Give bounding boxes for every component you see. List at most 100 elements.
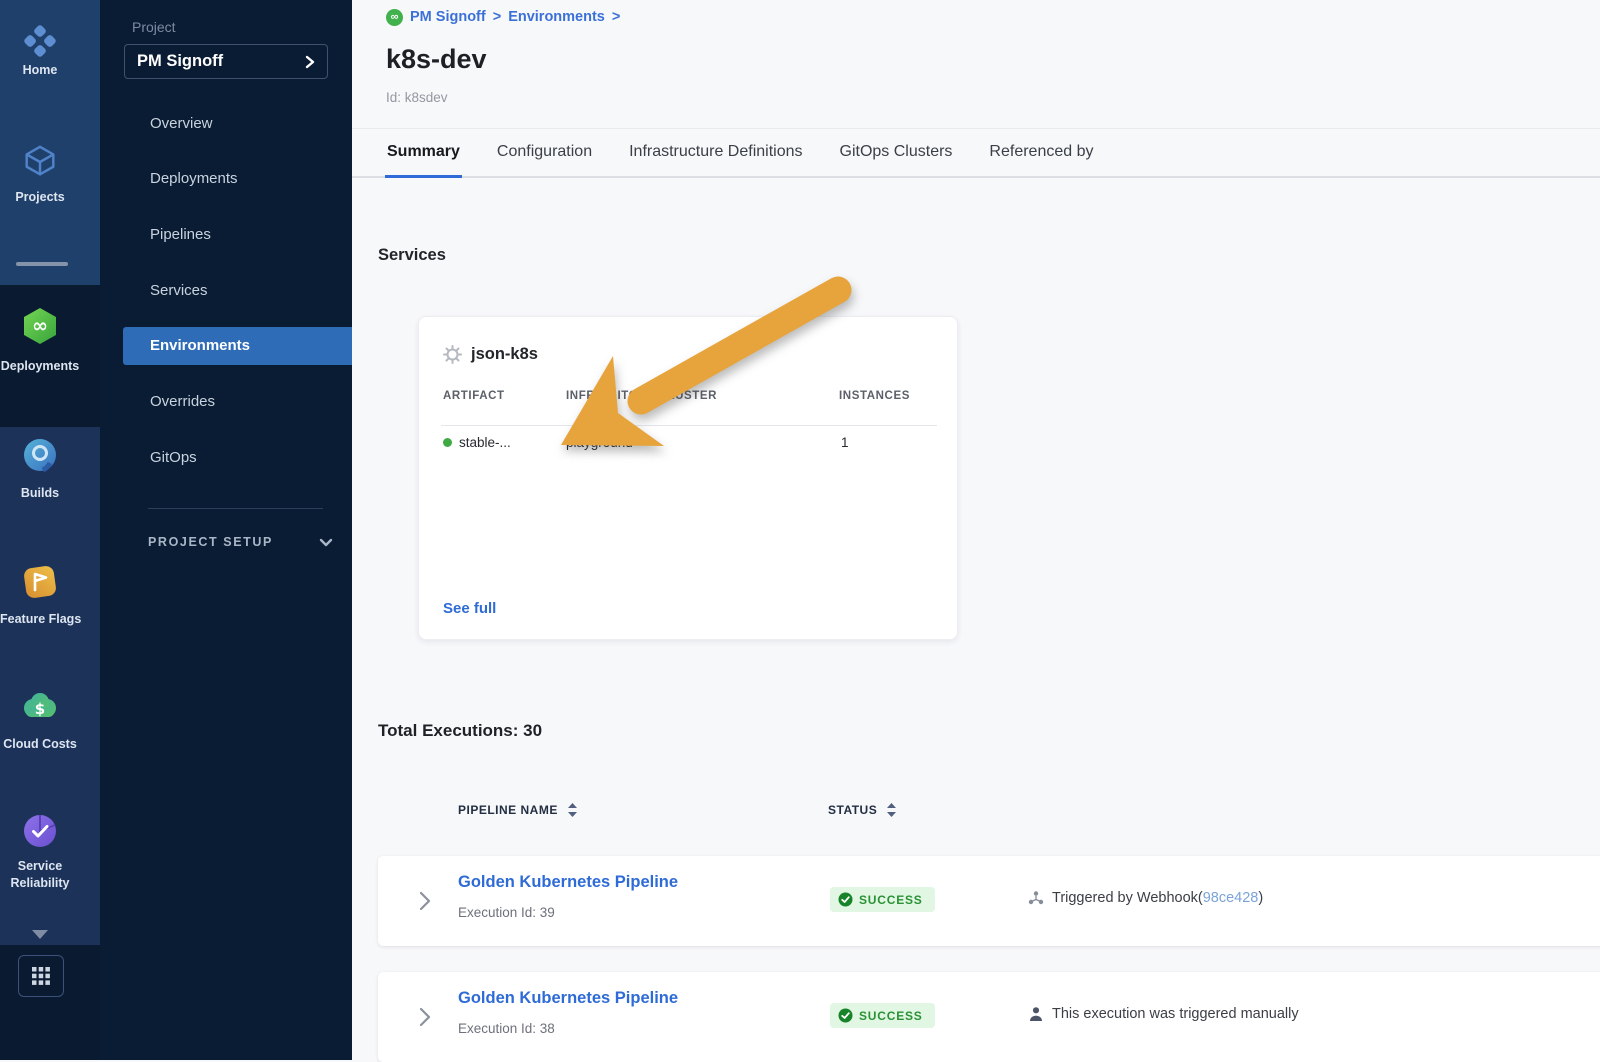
nav-projects-label: Projects bbox=[0, 190, 80, 204]
nav-service-reliability[interactable] bbox=[0, 813, 80, 849]
sort-icon[interactable] bbox=[568, 803, 577, 817]
rail-scroll-down-icon[interactable] bbox=[31, 928, 49, 940]
card-divider bbox=[441, 425, 937, 426]
service-card[interactable]: json-k8s ARTIFACT INFRA/GITOPS CLUSTER I… bbox=[418, 316, 958, 640]
column-header-instances: INSTANCES bbox=[839, 390, 910, 402]
trigger-info: Triggered by Webhook(98ce428) bbox=[1028, 890, 1263, 906]
nav-service-reliability-label: Service Reliability bbox=[0, 858, 80, 892]
rail-divider-line bbox=[16, 262, 68, 266]
sidebar-item-deployments[interactable]: Deployments bbox=[100, 160, 352, 198]
tab-bar: Summary Configuration Infrastructure Def… bbox=[352, 128, 1600, 178]
sidebar-item-label: Environments bbox=[150, 337, 250, 354]
sidebar-item-overview[interactable]: Overview bbox=[100, 105, 352, 143]
feature-flags-icon bbox=[21, 563, 59, 601]
breadcrumb-separator: > bbox=[612, 9, 620, 25]
svg-text:$: $ bbox=[35, 700, 45, 718]
column-header-artifact: ARTIFACT bbox=[443, 390, 505, 402]
module-rail: Home Projects ∞ Deployments Builds bbox=[0, 0, 100, 1060]
builds-icon bbox=[22, 437, 58, 473]
nav-feature-flags[interactable] bbox=[0, 563, 80, 601]
artifact-status-dot bbox=[443, 438, 452, 447]
user-icon bbox=[1028, 1006, 1044, 1022]
column-header-cluster: INFRA/GITOPS CLUSTER bbox=[566, 390, 717, 402]
trigger-suffix: ) bbox=[1258, 890, 1263, 906]
nav-cloud-costs-label: Cloud Costs bbox=[0, 737, 80, 751]
trigger-prefix: Triggered by Webhook( bbox=[1052, 890, 1203, 906]
service-reliability-icon bbox=[22, 813, 58, 849]
execution-row[interactable]: Golden Kubernetes Pipeline Execution Id:… bbox=[378, 972, 1600, 1062]
sidebar-item-gitops[interactable]: GitOps bbox=[100, 439, 352, 477]
environment-breadcrumb-icon: ∞ bbox=[386, 9, 403, 26]
execution-row[interactable]: Golden Kubernetes Pipeline Execution Id:… bbox=[378, 856, 1600, 946]
sidebar-item-pipelines[interactable]: Pipelines bbox=[100, 216, 352, 254]
check-circle-icon bbox=[838, 1008, 853, 1023]
sidebar-item-services[interactable]: Services bbox=[100, 272, 352, 310]
page-title: k8s-dev bbox=[386, 44, 487, 75]
nav-builds[interactable] bbox=[0, 437, 80, 473]
pipeline-link[interactable]: Golden Kubernetes Pipeline bbox=[458, 989, 678, 1008]
home-icon bbox=[21, 22, 59, 60]
execution-id: Execution Id: 38 bbox=[458, 1021, 555, 1036]
project-setup-toggle[interactable]: PROJECT SETUP bbox=[148, 530, 333, 554]
column-header-status: STATUS bbox=[828, 803, 896, 817]
nav-deployments[interactable]: ∞ bbox=[0, 307, 80, 345]
services-heading: Services bbox=[378, 246, 446, 265]
deployments-icon: ∞ bbox=[20, 307, 60, 345]
projects-icon bbox=[21, 143, 59, 181]
sidebar-item-label: Overrides bbox=[150, 393, 215, 410]
webhook-id-link[interactable]: 98ce428 bbox=[1203, 890, 1259, 906]
artifact-cell: stable-... bbox=[443, 435, 511, 450]
nav-home-label: Home bbox=[0, 63, 80, 77]
total-executions-label: Total Executions: 30 bbox=[378, 721, 542, 741]
rail-divider bbox=[0, 243, 100, 285]
nav-feature-flags-label: Feature Flags bbox=[0, 612, 80, 626]
nav-cloud-costs[interactable]: $ bbox=[0, 690, 80, 726]
tab-summary[interactable]: Summary bbox=[385, 129, 462, 178]
sidebar-item-label: GitOps bbox=[150, 449, 197, 466]
sidebar-item-overrides[interactable]: Overrides bbox=[100, 383, 352, 421]
check-circle-icon bbox=[838, 892, 853, 907]
sidebar-divider bbox=[148, 508, 323, 509]
breadcrumb-project-link[interactable]: PM Signoff bbox=[410, 9, 486, 25]
sidebar-item-environments[interactable]: Environments bbox=[123, 327, 352, 365]
trigger-info: This execution was triggered manually bbox=[1028, 1006, 1299, 1022]
chevron-right-icon bbox=[305, 55, 315, 69]
breadcrumb-environments-link[interactable]: Environments bbox=[508, 9, 605, 25]
project-selector[interactable]: PM Signoff bbox=[124, 44, 328, 79]
sidebar-item-label: Pipelines bbox=[150, 226, 211, 243]
gear-icon bbox=[443, 345, 462, 364]
breadcrumb: ∞ PM Signoff > Environments > bbox=[386, 7, 620, 27]
service-name: json-k8s bbox=[471, 345, 538, 364]
sidebar-item-label: Deployments bbox=[150, 170, 238, 187]
breadcrumb-separator: > bbox=[493, 9, 501, 25]
instances-cell: 1 bbox=[841, 435, 849, 450]
environment-id: Id: k8sdev bbox=[386, 90, 448, 105]
project-sidebar: Project PM Signoff Overview Deployments … bbox=[100, 0, 352, 1060]
nav-projects[interactable] bbox=[0, 143, 80, 181]
tab-configuration[interactable]: Configuration bbox=[495, 129, 594, 178]
svg-text:∞: ∞ bbox=[32, 315, 48, 337]
tab-infrastructure-definitions[interactable]: Infrastructure Definitions bbox=[627, 129, 804, 178]
sort-icon[interactable] bbox=[887, 803, 896, 817]
tab-referenced-by[interactable]: Referenced by bbox=[987, 129, 1095, 178]
cloud-costs-icon: $ bbox=[20, 690, 60, 726]
execution-id: Execution Id: 39 bbox=[458, 905, 555, 920]
status-header-label: STATUS bbox=[828, 803, 877, 817]
nav-home[interactable] bbox=[0, 22, 80, 60]
trigger-text: Triggered by Webhook(98ce428) bbox=[1052, 890, 1263, 906]
pipeline-link[interactable]: Golden Kubernetes Pipeline bbox=[458, 873, 678, 892]
status-badge-label: SUCCESS bbox=[859, 1009, 923, 1023]
expand-chevron-icon[interactable] bbox=[418, 890, 432, 912]
trigger-text: This execution was triggered manually bbox=[1052, 1006, 1299, 1022]
see-full-link[interactable]: See full bbox=[443, 600, 496, 617]
pipeline-name-header-label: PIPELINE NAME bbox=[458, 803, 558, 817]
grid-icon bbox=[31, 966, 51, 986]
status-badge: SUCCESS bbox=[830, 1003, 935, 1028]
main-content: ∞ PM Signoff > Environments > k8s-dev Id… bbox=[352, 0, 1600, 1060]
module-grid-button[interactable] bbox=[18, 955, 64, 997]
nav-deployments-label: Deployments bbox=[0, 359, 80, 373]
tab-gitops-clusters[interactable]: GitOps Clusters bbox=[838, 129, 955, 178]
column-header-pipeline-name: PIPELINE NAME bbox=[458, 803, 577, 817]
expand-chevron-icon[interactable] bbox=[418, 1006, 432, 1028]
cluster-cell: playground bbox=[566, 435, 633, 450]
